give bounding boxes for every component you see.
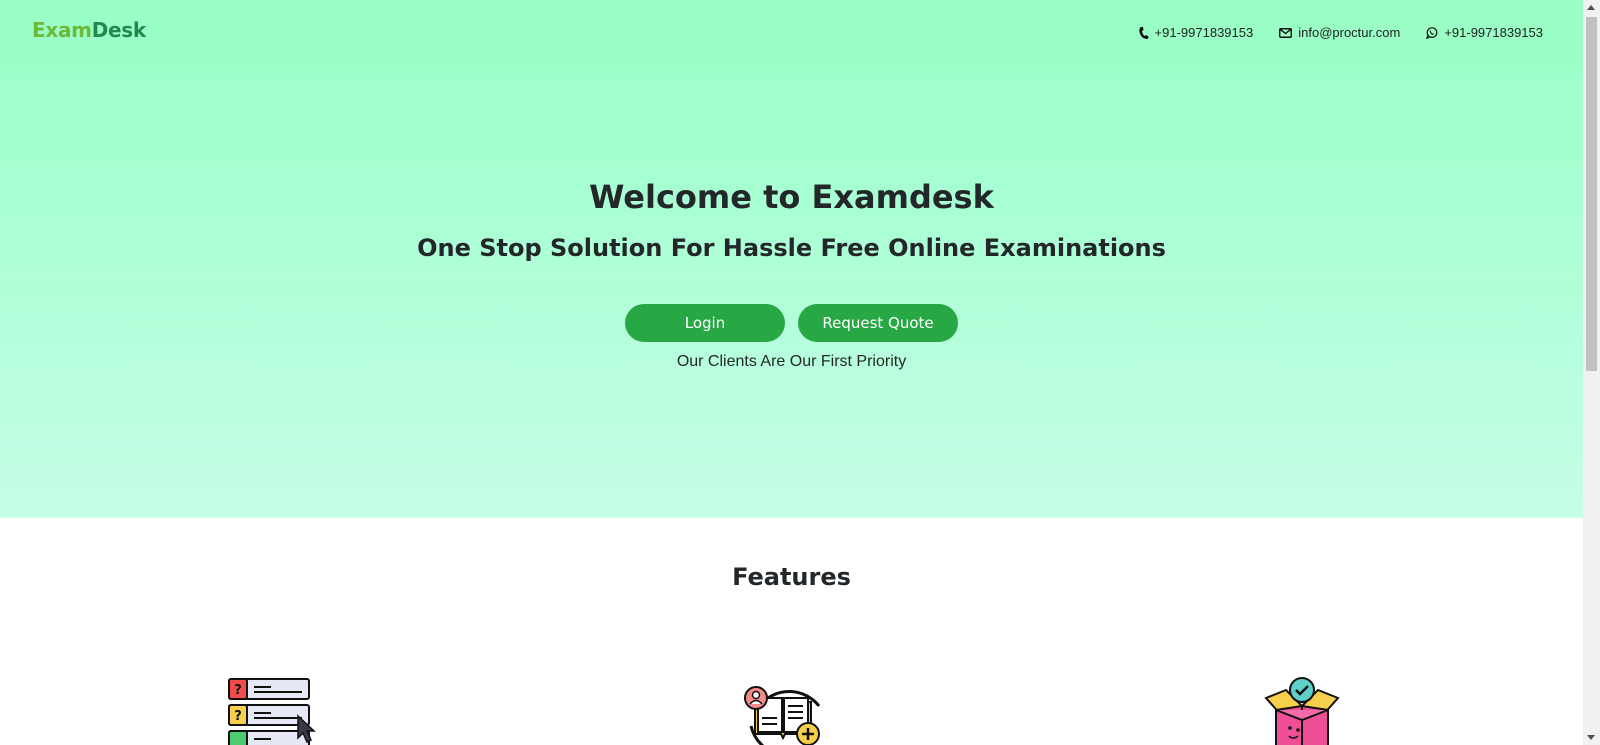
login-button[interactable]: Login [625,304,785,342]
contact-whatsapp[interactable]: +91-9971839153 [1426,25,1543,40]
hero-tagline: Our Clients Are Our First Priority [676,353,907,370]
brand-logo[interactable]: ExamDesk [32,18,146,42]
question-list-icon: ? ? [226,676,326,745]
vertical-scrollbar[interactable] [1583,0,1600,745]
svg-text:?: ? [234,683,242,698]
svg-text:?: ? [234,709,242,724]
hero-subtitle: One Stop Solution For Hassle Free Online… [417,234,1166,262]
features-heading: Features [732,563,851,591]
logo-text-desk: Desk [91,18,146,42]
whatsapp-icon [1426,26,1438,39]
top-navbar: ExamDesk +91-9971839153 info@proctur.com… [0,0,1583,66]
logo-text-exam: Exam [32,18,92,42]
phone-icon [1138,26,1149,40]
whatsapp-number: +91-9971839153 [1444,25,1543,40]
phone-number: +91-9971839153 [1154,25,1254,40]
email-address: info@proctur.com [1298,25,1401,40]
hero-title: Welcome to Examdesk [589,178,994,216]
hero-section: ExamDesk +91-9971839153 info@proctur.com… [0,0,1583,518]
contact-bar: +91-9971839153 info@proctur.com +91-9971… [1138,25,1543,40]
scroll-thumb[interactable] [1586,17,1597,371]
envelope-icon [1279,27,1293,38]
page: ExamDesk +91-9971839153 info@proctur.com… [0,0,1583,745]
contact-phone[interactable]: +91-9971839153 [1138,25,1254,40]
open-book-add-icon [741,676,841,745]
open-box-check-icon [1260,676,1360,745]
contact-email[interactable]: info@proctur.com [1279,25,1400,40]
hero-buttons: Login Request Quote [0,304,1583,342]
scroll-up-arrow-icon[interactable] [1587,5,1595,10]
scroll-down-arrow-icon[interactable] [1587,735,1595,740]
request-quote-button[interactable]: Request Quote [798,304,958,342]
